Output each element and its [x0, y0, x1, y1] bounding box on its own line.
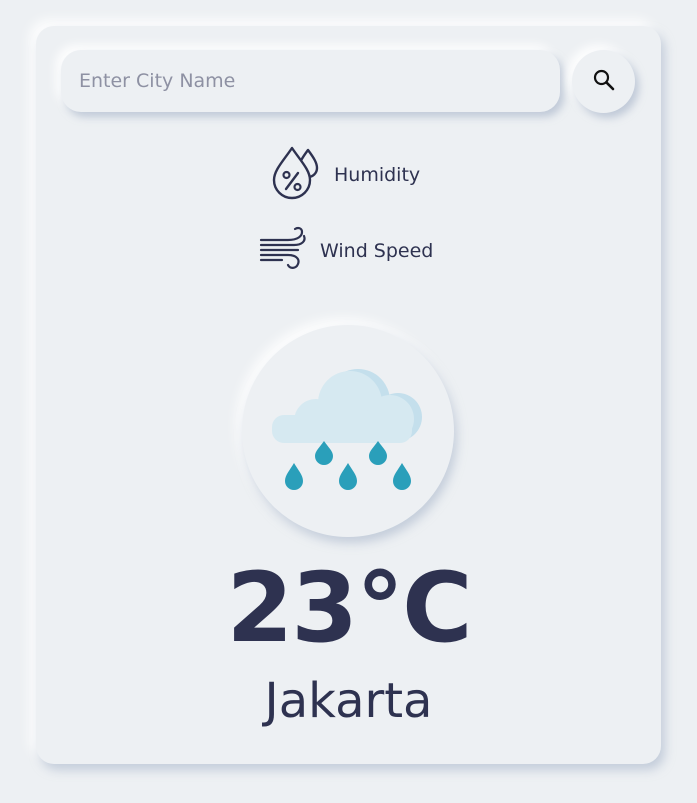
rain-cloud-icon [272, 365, 424, 501]
wind-icon [258, 226, 310, 277]
humidity-stat: Humidity [270, 146, 421, 205]
wind-speed-stat: Wind Speed [258, 226, 434, 277]
weather-icon-container [242, 325, 454, 537]
search-icon [592, 68, 616, 95]
search-button[interactable] [572, 50, 635, 113]
humidity-icon [270, 146, 324, 205]
city-name: Jakarta [264, 673, 433, 729]
city-search-input[interactable] [61, 50, 560, 112]
temperature-value: 23°C [226, 552, 472, 664]
humidity-label: Humidity [334, 164, 421, 186]
wind-speed-label: Wind Speed [320, 240, 434, 262]
